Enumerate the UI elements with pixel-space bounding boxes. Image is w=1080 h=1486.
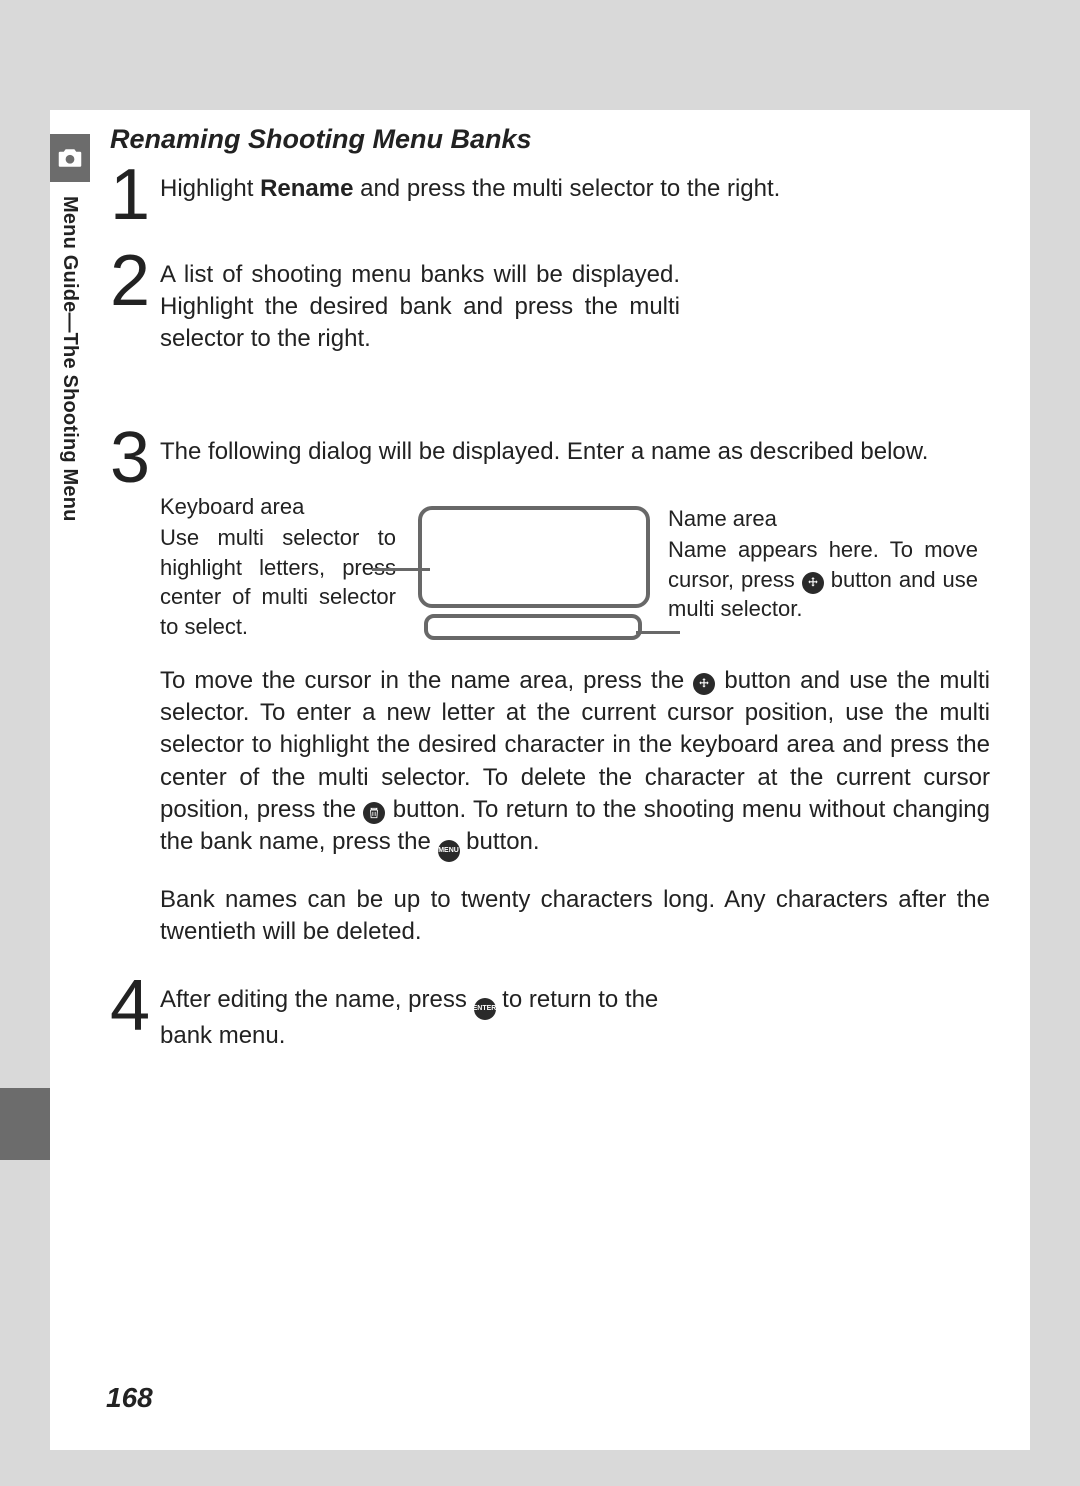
name-area-text: Name appears here. To move cursor, press… xyxy=(668,535,978,623)
step-2-text: A list of shooting menu banks will be di… xyxy=(160,259,680,355)
leader-line xyxy=(372,568,430,571)
step-number: 4 xyxy=(110,970,148,1042)
keyboard-area-caption: Keyboard area Use multi selector to high… xyxy=(160,492,396,641)
step-3-paragraph-1: To move the cursor in the name area, pre… xyxy=(160,665,990,861)
step-3: 3 The following dialog will be displayed… xyxy=(110,436,990,948)
manual-page: Menu Guide—The Shooting Menu Renaming Sh… xyxy=(50,110,1030,1450)
text: Highlight xyxy=(160,175,260,202)
menu-icon: MENU xyxy=(438,840,460,862)
step-3-intro: The following dialog will be displayed. … xyxy=(160,436,990,468)
keyboard-area-title: Keyboard area xyxy=(160,492,396,521)
dialog-diagram: Keyboard area Use multi selector to high… xyxy=(160,492,990,641)
leader-line xyxy=(636,631,680,634)
section-title: Renaming Shooting Menu Banks xyxy=(110,124,990,155)
step-number: 3 xyxy=(110,422,148,494)
camera-icon xyxy=(50,134,90,182)
dialog-mockup xyxy=(410,492,654,640)
step-3-paragraph-2: Bank names can be up to twenty character… xyxy=(160,884,990,948)
step-1: 1 Highlight Rename and press the multi s… xyxy=(110,173,990,205)
side-section-label: Menu Guide—The Shooting Menu xyxy=(58,196,81,522)
step-1-text: Highlight Rename and press the multi sel… xyxy=(160,173,980,205)
step-2: 2 A list of shooting menu banks will be … xyxy=(110,259,990,355)
enter-icon: ENTER xyxy=(474,998,496,1020)
move-cursor-icon xyxy=(693,673,715,695)
keyboard-area-box xyxy=(418,506,650,608)
page-content: Renaming Shooting Menu Banks 1 Highlight… xyxy=(110,124,990,1088)
name-area-caption: Name area Name appears here. To move cur… xyxy=(668,492,978,624)
text: and press the multi selector to the righ… xyxy=(353,175,780,202)
page-number: 168 xyxy=(106,1382,153,1414)
step-number: 1 xyxy=(110,159,148,231)
name-area-title: Name area xyxy=(668,504,978,533)
text-bold: Rename xyxy=(260,175,353,202)
keyboard-area-text: Use multi selector to highlight letters,… xyxy=(160,523,396,641)
step-4: 4 After editing the name, press ENTER to… xyxy=(110,984,990,1052)
move-cursor-icon xyxy=(802,572,824,594)
step-4-text: After editing the name, press ENTER to r… xyxy=(160,984,680,1052)
thumb-tab xyxy=(0,1088,50,1160)
side-tab: Menu Guide—The Shooting Menu xyxy=(50,110,96,1110)
trash-icon xyxy=(363,802,385,824)
step-number: 2 xyxy=(110,245,148,317)
name-area-box xyxy=(424,614,642,640)
